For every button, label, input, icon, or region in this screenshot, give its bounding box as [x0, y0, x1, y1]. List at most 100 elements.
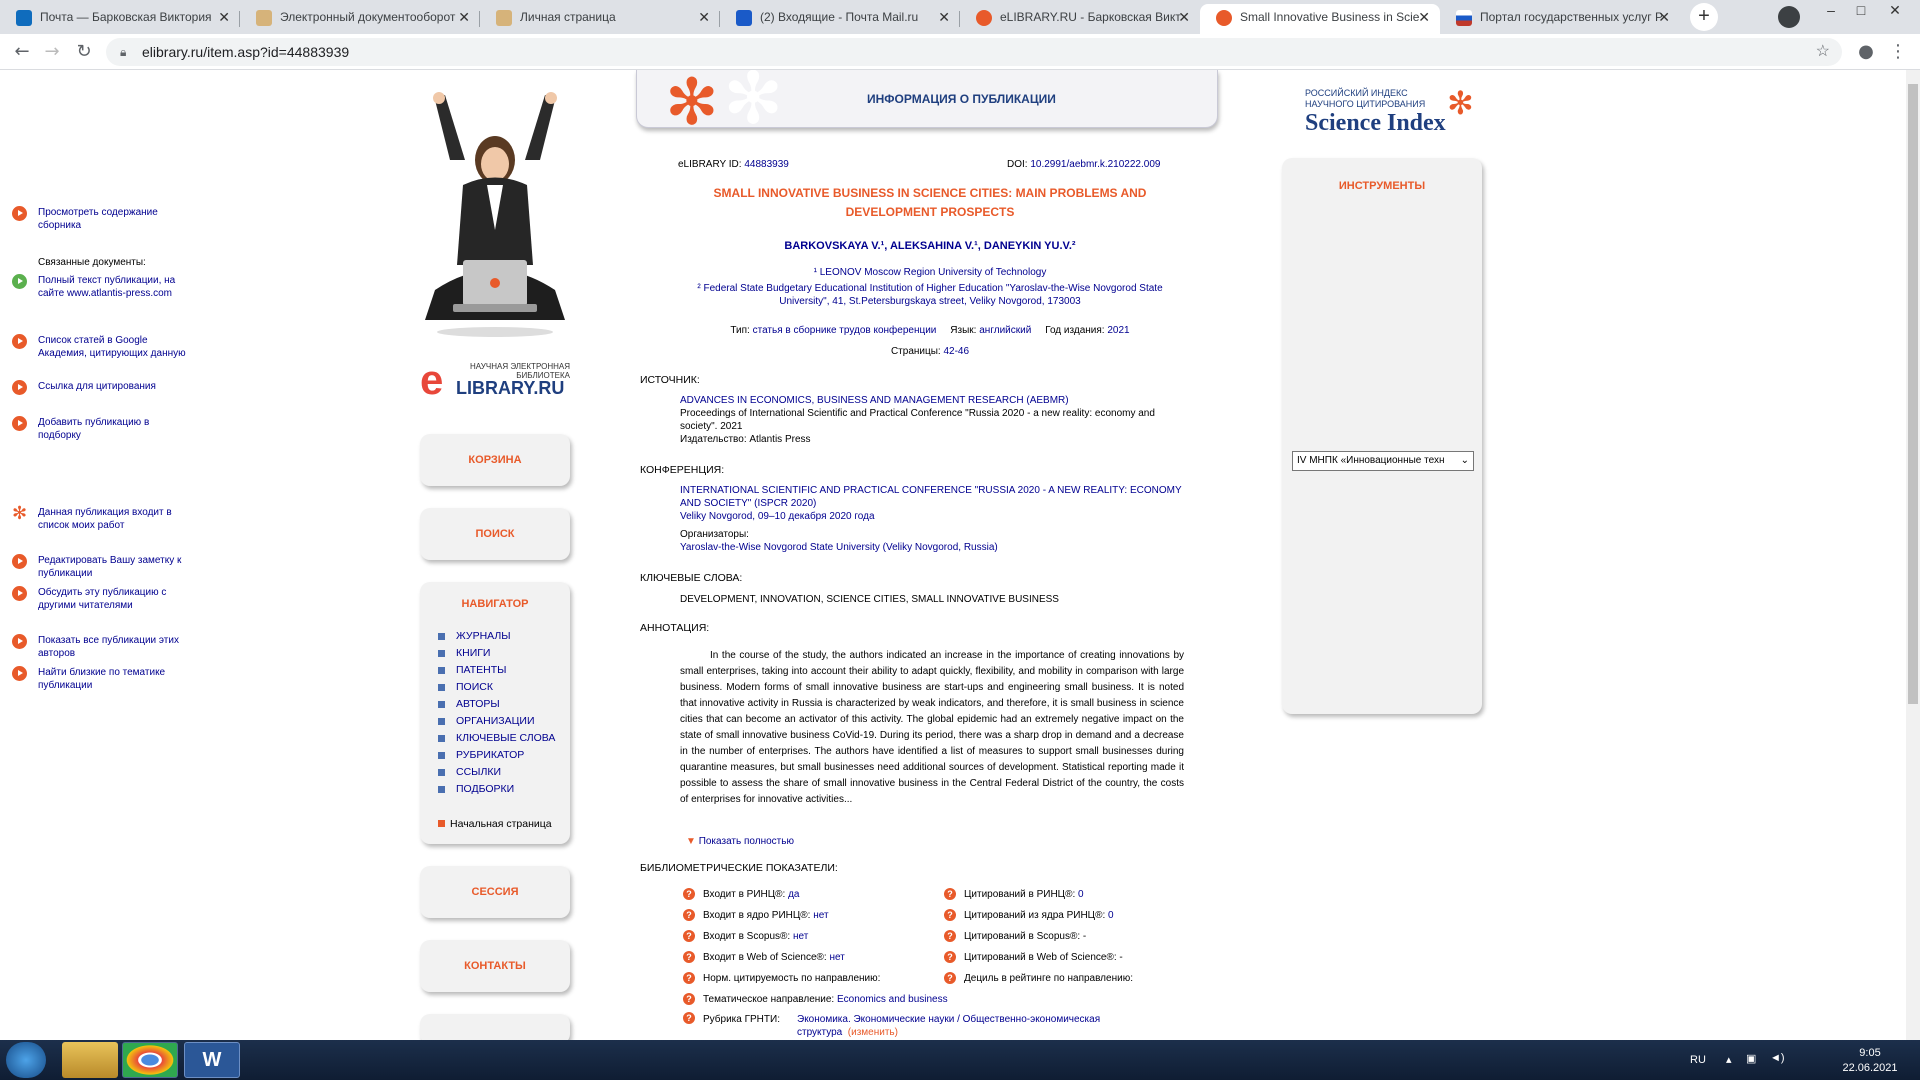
maximize-button[interactable]: □: [1846, 0, 1876, 20]
help-icon[interactable]: ?: [944, 930, 956, 942]
tray-arrow-icon[interactable]: ▴: [1726, 1053, 1732, 1066]
keywords-value[interactable]: DEVELOPMENT, INNOVATION, SCIENCE CITIES,…: [680, 593, 1184, 606]
science-index-logo[interactable]: РОССИЙСКИЙ ИНДЕКС НАУЧНОГО ЦИТИРОВАНИЯ Sc…: [1305, 84, 1485, 138]
cart-button[interactable]: КОРЗИНА: [420, 434, 570, 486]
help-icon[interactable]: ?: [944, 951, 956, 963]
nav-item-organizations[interactable]: ОРГАНИЗАЦИИ: [438, 713, 555, 730]
reload-icon[interactable]: ↻: [72, 40, 96, 64]
nav-item-patents[interactable]: ПАТЕНТЫ: [438, 662, 555, 679]
help-icon[interactable]: ?: [683, 972, 695, 984]
show-full-link[interactable]: ▼ Показать полностью: [686, 835, 794, 848]
tool-my-works[interactable]: ✻ Данная публикация входит в список моих …: [12, 503, 192, 532]
session-button[interactable]: СЕССИЯ: [420, 866, 570, 918]
profile-icon[interactable]: [1778, 6, 1800, 28]
tool-discuss[interactable]: Обсудить эту публикацию с другими читате…: [12, 586, 192, 612]
nav-item-collections[interactable]: ПОДБОРКИ: [438, 781, 555, 798]
tool-similar[interactable]: Найти близкие по тематике публикации: [12, 666, 192, 692]
close-icon[interactable]: ✕: [218, 4, 230, 30]
contacts-button[interactable]: КОНТАКТЫ: [420, 940, 570, 992]
explorer-icon[interactable]: [62, 1042, 118, 1078]
tool-all-author-pubs[interactable]: Показать все публикации этих авторов: [12, 634, 192, 660]
back-icon[interactable]: ←: [10, 40, 34, 64]
close-icon[interactable]: ✕: [1658, 4, 1670, 30]
clock-date[interactable]: 22.06.2021: [1840, 1062, 1900, 1074]
collection-select[interactable]: IV МНПК «Инновационные техн ⌄: [1292, 451, 1474, 471]
chrome-icon[interactable]: [122, 1042, 178, 1078]
help-icon[interactable]: ?: [683, 1012, 695, 1024]
tool-add-to-collection[interactable]: Добавить публикацию в подборку: [12, 416, 192, 442]
close-icon[interactable]: ✕: [938, 4, 950, 30]
nav-item-books[interactable]: КНИГИ: [438, 645, 555, 662]
forward-icon[interactable]: →: [40, 40, 64, 64]
source-title-link[interactable]: ADVANCES IN ECONOMICS, BUSINESS AND MANA…: [680, 395, 1069, 406]
address-bar[interactable]: 🔒︎ elibrary.ru/item.asp?id=44883939 ☆: [106, 38, 1842, 66]
affiliation-2[interactable]: ² Federal State Budgetary Educational In…: [640, 282, 1220, 308]
grnti-link-3[interactable]: структура: [797, 1027, 842, 1038]
tab-edo[interactable]: Электронный документооборот ✕: [240, 4, 480, 34]
close-icon[interactable]: ✕: [458, 4, 470, 30]
organizer-link[interactable]: Yaroslav-the-Wise Novgorod State Univers…: [680, 542, 998, 553]
help-icon[interactable]: ?: [683, 993, 695, 1005]
help-icon[interactable]: ?: [683, 951, 695, 963]
tab-elibrary[interactable]: eLIBRARY.RU - Барковская Викт ✕: [960, 4, 1200, 34]
search-button[interactable]: ПОИСК: [420, 508, 570, 560]
network-icon[interactable]: ▣: [1746, 1052, 1756, 1065]
scrollbar-thumb[interactable]: [1908, 84, 1918, 704]
elibrary-logo[interactable]: e НАУЧНАЯ ЭЛЕКТРОННАЯ БИБЛИОТЕКА LIBRARY…: [420, 359, 570, 404]
word-icon[interactable]: W: [184, 1042, 240, 1078]
pages-info: Страницы: 42-46: [890, 346, 970, 357]
nav-item-authors[interactable]: АВТОРЫ: [438, 696, 555, 713]
tool-edit-note[interactable]: Редактировать Вашу заметку к публикации: [12, 554, 192, 580]
tools-panel: ИНСТРУМЕНТЫ: [1282, 158, 1482, 714]
language-indicator[interactable]: RU: [1690, 1054, 1706, 1066]
nav-item-rubricator[interactable]: РУБРИКАТОР: [438, 747, 555, 764]
abstract-text: In the course of the study, the authors …: [680, 650, 1184, 805]
conference-title-link[interactable]: INTERNATIONAL SCIENTIFIC AND PRACTICAL C…: [680, 485, 1181, 509]
tab-personal[interactable]: Личная страница ✕: [480, 4, 720, 34]
authors-list[interactable]: BARKOVSKAYA V.¹, ALEKSAHINA V.¹, DANEYKI…: [640, 240, 1220, 252]
nav-item-links[interactable]: ССЫЛКИ: [438, 764, 555, 781]
theme-link[interactable]: Economics and business: [837, 994, 948, 1005]
close-icon[interactable]: ✕: [698, 4, 710, 30]
tab-mail-outlook[interactable]: Почта — Барковская Виктория ✕: [0, 4, 240, 34]
grnti-link-2[interactable]: Общественно-экономическая: [963, 1014, 1101, 1025]
home-link[interactable]: Начальная страница: [438, 818, 552, 830]
new-tab-button[interactable]: +: [1690, 3, 1718, 31]
close-icon[interactable]: ✕: [1178, 4, 1190, 30]
hat-icon: [256, 10, 272, 26]
close-icon[interactable]: ✕: [1418, 4, 1430, 30]
elibrary-icon: [1216, 10, 1232, 26]
elibrary-id-value[interactable]: 44883939: [744, 159, 789, 170]
help-icon[interactable]: ?: [944, 972, 956, 984]
start-button[interactable]: [6, 1042, 46, 1078]
tool-view-contents[interactable]: Просмотреть содержание сборника: [12, 206, 192, 232]
grnti-change-link[interactable]: (изменить): [848, 1027, 898, 1038]
account-icon[interactable]: ●: [1854, 40, 1878, 64]
help-icon[interactable]: ?: [683, 909, 695, 921]
doi-link[interactable]: 10.2991/aebmr.k.210222.009: [1030, 159, 1160, 170]
bookmark-star-icon[interactable]: ☆: [1816, 38, 1830, 66]
tab-gosuslugi[interactable]: Портал государственных услуг Р ✕: [1440, 4, 1680, 34]
arrow-icon: [12, 206, 27, 221]
help-icon[interactable]: ?: [944, 888, 956, 900]
menu-icon[interactable]: ⋮: [1886, 40, 1910, 64]
affiliation-1[interactable]: ¹ LEONOV Moscow Region University of Tec…: [640, 266, 1220, 279]
grnti-link-1[interactable]: Экономика. Экономические науки: [797, 1014, 954, 1025]
nav-item-keywords[interactable]: КЛЮЧЕВЫЕ СЛОВА: [438, 730, 555, 747]
tab-mailru[interactable]: (2) Входящие - Почта Mail.ru ✕: [720, 4, 960, 34]
tab-current[interactable]: Small Innovative Business in Scie ✕: [1200, 4, 1440, 34]
window-close-button[interactable]: ✕: [1880, 0, 1910, 20]
tool-cite-link[interactable]: Ссылка для цитирования: [12, 380, 192, 395]
vertical-scrollbar[interactable]: [1906, 70, 1920, 1040]
tool-google-scholar[interactable]: Список статей в Google Академия, цитирую…: [12, 334, 192, 360]
tool-full-text[interactable]: Полный текст публикации, на сайте www.at…: [12, 274, 192, 300]
nav-item-journals[interactable]: ЖУРНАЛЫ: [438, 628, 555, 645]
conference-place: Veliky Novgorod, 09–10 декабря 2020 года: [680, 511, 875, 522]
minimize-button[interactable]: –: [1816, 0, 1846, 20]
help-icon[interactable]: ?: [683, 888, 695, 900]
clock-time[interactable]: 9:05: [1840, 1047, 1900, 1059]
help-icon[interactable]: ?: [683, 930, 695, 942]
volume-icon[interactable]: ◄): [1770, 1052, 1785, 1064]
nav-item-search[interactable]: ПОИСК: [438, 679, 555, 696]
help-icon[interactable]: ?: [944, 909, 956, 921]
